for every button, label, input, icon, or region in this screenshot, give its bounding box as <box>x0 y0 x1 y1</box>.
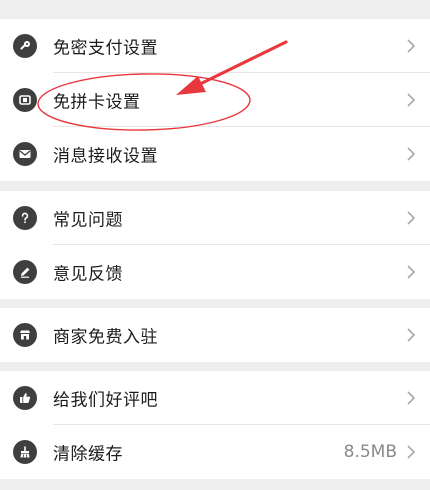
settings-group-misc: 给我们好评吧 清除缓存 8.5MB <box>0 371 430 479</box>
menu-item-label: 给我们好评吧 <box>53 390 158 411</box>
broom-icon <box>13 440 37 464</box>
card-icon <box>13 88 37 112</box>
chevron-right-icon <box>407 265 416 279</box>
chevron-right-icon <box>407 391 416 405</box>
menu-item-message-settings[interactable]: 消息接收设置 <box>0 127 430 181</box>
menu-item-label: 商家免费入驻 <box>53 327 158 348</box>
settings-group-merchant: 商家免费入驻 <box>0 308 430 362</box>
menu-item-password-free-payment[interactable]: 免密支付设置 <box>0 19 430 73</box>
chevron-right-icon <box>407 39 416 53</box>
thumbs-up-icon <box>13 386 37 410</box>
menu-item-merchant-signup[interactable]: 商家免费入驻 <box>0 308 430 362</box>
menu-item-label: 消息接收设置 <box>53 146 158 167</box>
store-icon <box>13 323 37 347</box>
chevron-right-icon <box>407 445 416 459</box>
question-icon <box>13 206 37 230</box>
settings-group-help: 常见问题 意见反馈 <box>0 191 430 299</box>
mail-icon <box>13 142 37 166</box>
menu-item-clear-cache[interactable]: 清除缓存 8.5MB <box>0 425 430 479</box>
settings-group-account: 免密支付设置 免拼卡设置 消息接收设置 <box>0 19 430 181</box>
menu-item-label: 免密支付设置 <box>53 38 158 59</box>
chevron-right-icon <box>407 147 416 161</box>
menu-item-label: 常见问题 <box>53 210 123 231</box>
chevron-right-icon <box>407 328 416 342</box>
pencil-icon <box>13 260 37 284</box>
key-icon <box>13 34 37 58</box>
chevron-right-icon <box>407 211 416 225</box>
menu-item-label: 免拼卡设置 <box>53 92 141 113</box>
chevron-right-icon <box>407 93 416 107</box>
menu-item-feedback[interactable]: 意见反馈 <box>0 245 430 299</box>
menu-item-label: 清除缓存 <box>53 444 123 465</box>
menu-item-rate-us[interactable]: 给我们好评吧 <box>0 371 430 425</box>
menu-item-group-free-card[interactable]: 免拼卡设置 <box>0 73 430 127</box>
menu-item-label: 意见反馈 <box>53 264 123 285</box>
menu-item-faq[interactable]: 常见问题 <box>0 191 430 245</box>
cache-size-value: 8.5MB <box>343 442 397 462</box>
